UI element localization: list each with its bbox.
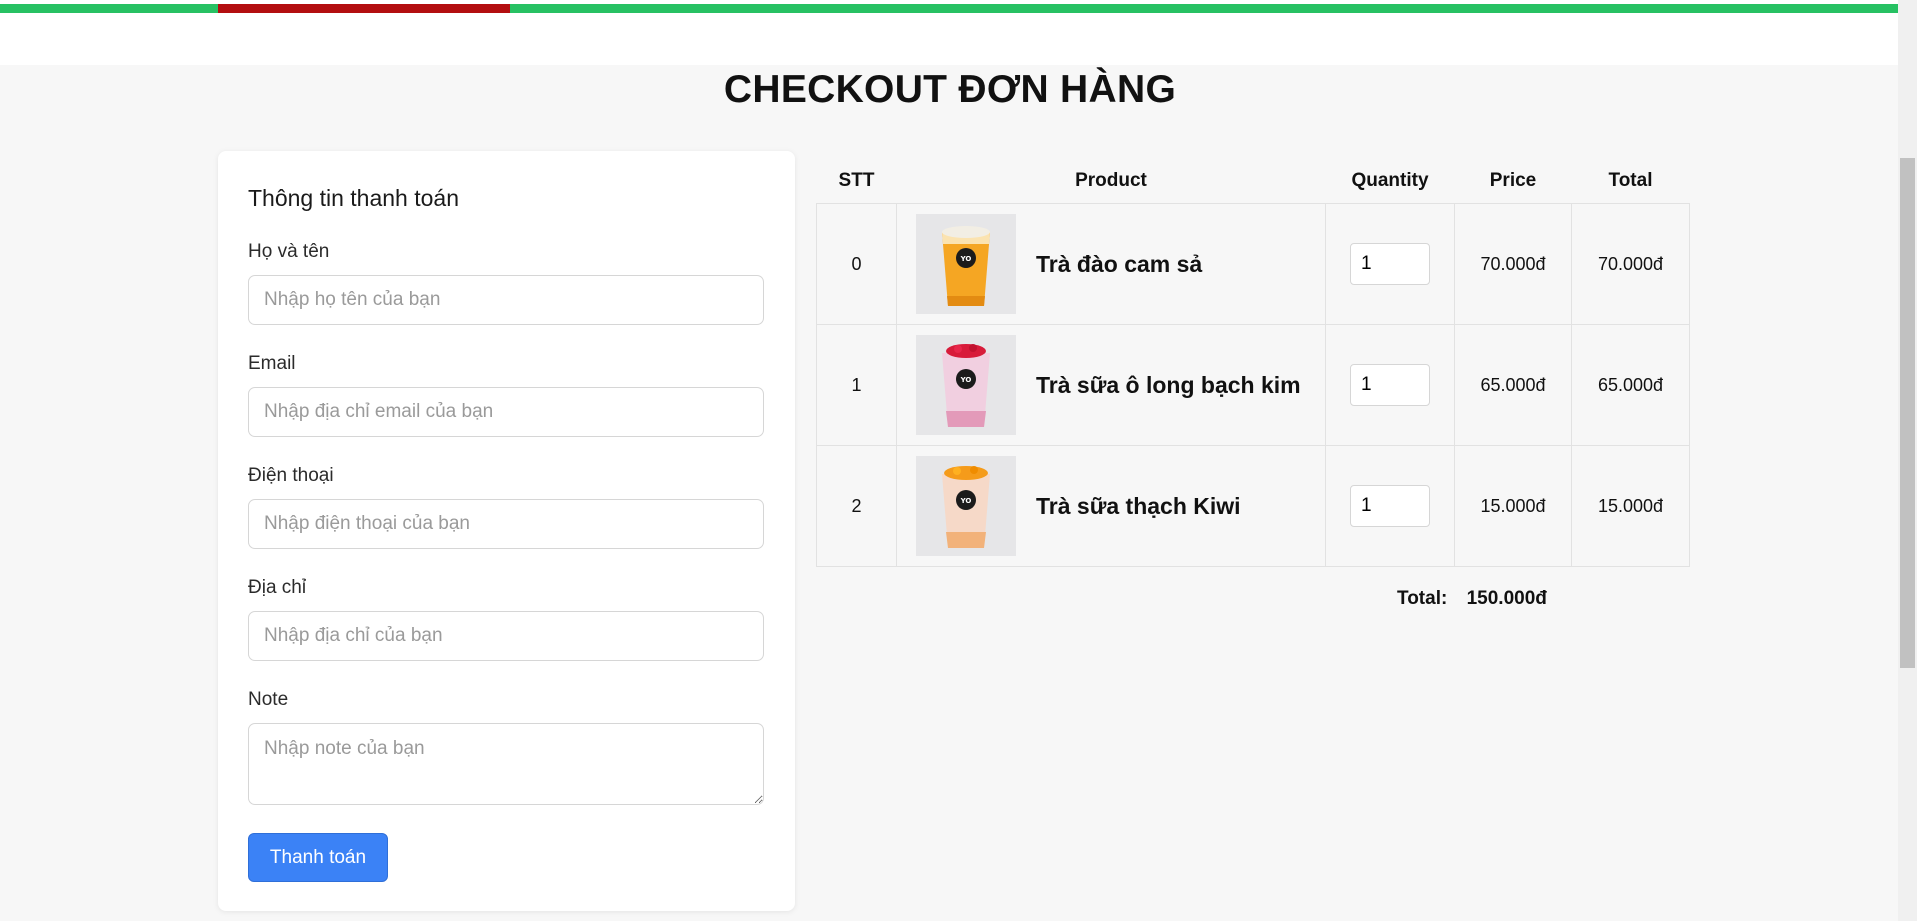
page-title: CHECKOUT ĐƠN HÀNG bbox=[723, 68, 1177, 111]
svg-text:YO: YO bbox=[960, 497, 972, 505]
cart-cell-product: YO Trà đào cam sả bbox=[896, 203, 1326, 325]
quantity-input[interactable] bbox=[1350, 485, 1430, 527]
kiwi-jelly-milk-tea-cup-icon: YO bbox=[916, 456, 1016, 556]
cart-row: 2 YO Trà sữa thạch Kiwi 1 15.000đ 15.000… bbox=[816, 445, 1690, 567]
cart-cell-price: 15.000đ bbox=[1454, 445, 1572, 567]
header-product: Product bbox=[1075, 169, 1147, 191]
cart-table: STT Product Quantity Price Total 0 YO Tr… bbox=[816, 158, 1690, 567]
quantity-input[interactable] bbox=[1350, 364, 1430, 406]
header-stt: STT bbox=[838, 169, 875, 191]
note-label: Note bbox=[248, 689, 289, 710]
cart-cell-total: 15.000đ bbox=[1571, 445, 1690, 567]
cart-row: 0 YO Trà đào cam sả 1 70.000đ 70.000đ bbox=[816, 203, 1690, 325]
scrollbar-thumb[interactable] bbox=[1900, 158, 1915, 668]
cart-cell-stt: 2 bbox=[816, 445, 897, 567]
svg-text:YO: YO bbox=[960, 376, 972, 384]
cart-cell-price: 70.000đ bbox=[1454, 203, 1572, 325]
cart-cell-product: YO Trà sữa ô long bạch kim bbox=[896, 324, 1326, 446]
cart-cell-quantity bbox=[1325, 203, 1455, 325]
checkout-button[interactable]: Thanh toán bbox=[248, 833, 388, 882]
email-input[interactable] bbox=[248, 387, 764, 437]
fullname-input[interactable] bbox=[248, 275, 764, 325]
page-scrollbar[interactable] bbox=[1898, 0, 1917, 921]
header-quantity: Quantity bbox=[1351, 169, 1429, 191]
cart-cell-stt: 1 bbox=[816, 324, 897, 446]
cart-header-row: STT Product Quantity Price Total bbox=[817, 158, 1690, 204]
cart-cell-total: 65.000đ bbox=[1571, 324, 1690, 446]
fullname-label: Họ và tên bbox=[248, 241, 330, 262]
header-total: Total bbox=[1608, 169, 1653, 191]
billing-form-card: Thông tin thanh toán Họ và tên Email Điệ… bbox=[218, 151, 795, 911]
peach-tea-cup-icon: YO bbox=[916, 214, 1016, 314]
top-header bbox=[0, 0, 1917, 65]
cart-total-label: Total: bbox=[1397, 588, 1448, 609]
note-textarea[interactable] bbox=[248, 723, 764, 805]
cart-total: Total: 150.000đ bbox=[1397, 588, 1547, 610]
cart-cell-quantity bbox=[1325, 445, 1455, 567]
billing-form-title: Thông tin thanh toán bbox=[248, 185, 459, 211]
header-stripe-accent bbox=[218, 4, 510, 13]
email-label: Email bbox=[248, 353, 296, 374]
cart-cell-product: YO Trà sữa thạch Kiwi bbox=[896, 445, 1326, 567]
phone-label: Điện thoại bbox=[248, 465, 334, 486]
cart-cell-total: 70.000đ bbox=[1571, 203, 1690, 325]
address-label: Địa chỉ bbox=[248, 577, 307, 598]
cart-cell-quantity bbox=[1325, 324, 1455, 446]
oolong-milk-tea-cup-icon: YO bbox=[916, 335, 1016, 435]
svg-text:YO: YO bbox=[960, 255, 972, 263]
cart-cell-price: 65.000đ bbox=[1454, 324, 1572, 446]
product-name: Trà đào cam sả bbox=[1036, 250, 1203, 277]
product-name: Trà sữa ô long bạch kim bbox=[1036, 371, 1301, 398]
cart-cell-stt: 0 bbox=[816, 203, 897, 325]
header-price: Price bbox=[1489, 169, 1537, 191]
cart-row: 1 YO Trà sữa ô long bạch kim 1 65.000đ 6… bbox=[816, 324, 1690, 446]
cart-total-value: 150.000đ bbox=[1466, 588, 1547, 609]
phone-input[interactable] bbox=[248, 499, 764, 549]
address-input[interactable] bbox=[248, 611, 764, 661]
product-name: Trà sữa thạch Kiwi bbox=[1036, 492, 1241, 519]
quantity-input[interactable] bbox=[1350, 243, 1430, 285]
